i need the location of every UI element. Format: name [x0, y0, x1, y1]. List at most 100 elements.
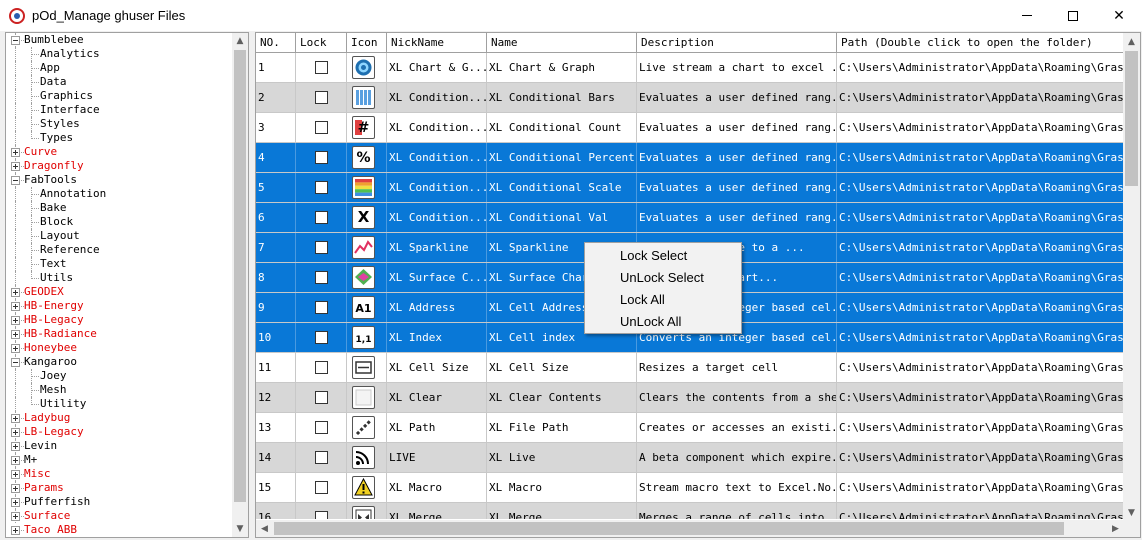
cell-path[interactable]: C:\Users\Administrator\AppData\Roaming\G… — [837, 263, 1124, 292]
expand-icon[interactable] — [11, 442, 20, 451]
tree-node[interactable]: HB-Legacy — [6, 313, 233, 327]
tree-child-node[interactable]: Bake — [6, 201, 233, 215]
lock-checkbox[interactable] — [315, 511, 328, 519]
scroll-right-icon[interactable]: ▶ — [1107, 520, 1124, 537]
tree-node[interactable]: Bumblebee — [6, 33, 233, 47]
grid-horizontal-scrollbar[interactable]: ◀ ▶ — [256, 520, 1124, 537]
tree-node[interactable]: Ladybug — [6, 411, 233, 425]
cell-path[interactable]: C:\Users\Administrator\AppData\Roaming\G… — [837, 293, 1124, 322]
menu-item-lock-all[interactable]: Lock All — [585, 289, 741, 311]
collapse-icon[interactable] — [11, 36, 20, 45]
tree-child-node[interactable]: Layout — [6, 229, 233, 243]
cell-path[interactable]: C:\Users\Administrator\AppData\Roaming\G… — [837, 143, 1124, 172]
column-header-lock[interactable]: Lock — [296, 33, 347, 52]
expand-icon[interactable] — [11, 288, 20, 297]
lock-checkbox[interactable] — [315, 181, 328, 194]
tree-child-node[interactable]: Block — [6, 215, 233, 229]
tree-scroll-thumb[interactable] — [234, 50, 246, 502]
table-row[interactable]: 1 XL Chart & G... XL Chart & Graph Live str… — [256, 53, 1124, 83]
lock-checkbox[interactable] — [315, 391, 328, 404]
tree-child-node[interactable]: Types — [6, 131, 233, 145]
grid-hscroll-thumb[interactable] — [274, 522, 1064, 535]
tree-node[interactable]: Pufferfish — [6, 495, 233, 509]
scroll-down-icon[interactable]: ▼ — [1123, 504, 1140, 521]
cell-path[interactable]: C:\Users\Administrator\AppData\Roaming\G… — [837, 443, 1124, 472]
expand-icon[interactable] — [11, 148, 20, 157]
column-header-nick[interactable]: NickName — [387, 33, 487, 52]
cell-path[interactable]: C:\Users\Administrator\AppData\Roaming\G… — [837, 503, 1124, 519]
close-button[interactable]: ✕ — [1096, 0, 1142, 31]
tree-node[interactable]: Surface — [6, 509, 233, 523]
table-row[interactable]: 11 XL Cell Size XL Cell Size Resizes a targ… — [256, 353, 1124, 383]
cell-path[interactable]: C:\Users\Administrator\AppData\Roaming\G… — [837, 203, 1124, 232]
cell-path[interactable]: C:\Users\Administrator\AppData\Roaming\G… — [837, 353, 1124, 382]
tree-child-node[interactable]: Utility — [6, 397, 233, 411]
table-row[interactable]: 15 XL Macro XL Macro Stream macro text to E… — [256, 473, 1124, 503]
table-row[interactable]: 14 LIVE XL Live A beta component which expi… — [256, 443, 1124, 473]
tree-child-node[interactable]: Graphics — [6, 89, 233, 103]
tree-node[interactable]: HB-Radiance — [6, 327, 233, 341]
column-header-desc[interactable]: Description — [637, 33, 837, 52]
expand-icon[interactable] — [11, 456, 20, 465]
lock-checkbox[interactable] — [315, 211, 328, 224]
table-row[interactable]: 4% XL Condition... XL Conditional Percent E… — [256, 143, 1124, 173]
expand-icon[interactable] — [11, 428, 20, 437]
lock-checkbox[interactable] — [315, 61, 328, 74]
expand-icon[interactable] — [11, 330, 20, 339]
tree-node[interactable]: FabTools — [6, 173, 233, 187]
lock-checkbox[interactable] — [315, 151, 328, 164]
grid-vertical-scrollbar[interactable]: ▲ ▼ — [1123, 33, 1140, 521]
tree-child-node[interactable]: Analytics — [6, 47, 233, 61]
tree-child-node[interactable]: Interface — [6, 103, 233, 117]
menu-item-unlock-all[interactable]: UnLock All — [585, 311, 741, 333]
tree-child-node[interactable]: Annotation — [6, 187, 233, 201]
lock-checkbox[interactable] — [315, 91, 328, 104]
expand-icon[interactable] — [11, 470, 20, 479]
expand-icon[interactable] — [11, 512, 20, 521]
table-row[interactable]: 12 XL Clear XL Clear Contents Clears the co… — [256, 383, 1124, 413]
tree-child-node[interactable]: App — [6, 61, 233, 75]
menu-item-lock-select[interactable]: Lock Select — [585, 245, 741, 267]
expand-icon[interactable] — [11, 526, 20, 535]
lock-checkbox[interactable] — [315, 121, 328, 134]
table-row[interactable]: 13 XL Path XL File Path Creates or accesses… — [256, 413, 1124, 443]
tree-node[interactable]: LB-Legacy — [6, 425, 233, 439]
cell-path[interactable]: C:\Users\Administrator\AppData\Roaming\G… — [837, 173, 1124, 202]
cell-path[interactable]: C:\Users\Administrator\AppData\Roaming\G… — [837, 383, 1124, 412]
cell-path[interactable]: C:\Users\Administrator\AppData\Roaming\G… — [837, 473, 1124, 502]
cell-path[interactable]: C:\Users\Administrator\AppData\Roaming\G… — [837, 83, 1124, 112]
lock-checkbox[interactable] — [315, 481, 328, 494]
column-header-no[interactable]: NO. — [256, 33, 296, 52]
cell-path[interactable]: C:\Users\Administrator\AppData\Roaming\G… — [837, 53, 1124, 82]
column-header-name[interactable]: Name — [487, 33, 637, 52]
tree-node[interactable]: Taco ABB — [6, 523, 233, 537]
lock-checkbox[interactable] — [315, 301, 328, 314]
expand-icon[interactable] — [11, 302, 20, 311]
tree-node[interactable]: Misc — [6, 467, 233, 481]
tree-node[interactable]: Curve — [6, 145, 233, 159]
tree-node[interactable]: M+ — [6, 453, 233, 467]
tree-scrollbar[interactable]: ▲ ▼ — [232, 33, 248, 537]
tree-node[interactable]: Honeybee — [6, 341, 233, 355]
lock-checkbox[interactable] — [315, 421, 328, 434]
lock-checkbox[interactable] — [315, 271, 328, 284]
scroll-left-icon[interactable]: ◀ — [256, 520, 273, 537]
table-row[interactable]: 3 # XL Condition... XL Conditional Count Eva… — [256, 113, 1124, 143]
table-row[interactable]: 16 XL Merge XL Merge Merges a range of cell… — [256, 503, 1124, 519]
table-row[interactable]: 2 XL Condition... XL Conditional Bars Evalu… — [256, 83, 1124, 113]
tree-node[interactable]: Dragonfly — [6, 159, 233, 173]
tree-node[interactable]: GEODEX — [6, 285, 233, 299]
tree-child-node[interactable]: Utils — [6, 271, 233, 285]
scroll-up-icon[interactable]: ▲ — [1123, 33, 1140, 50]
expand-icon[interactable] — [11, 498, 20, 507]
tree-child-node[interactable]: Reference — [6, 243, 233, 257]
lock-checkbox[interactable] — [315, 361, 328, 374]
expand-icon[interactable] — [11, 162, 20, 171]
column-header-path[interactable]: Path (Double click to open the folder) — [837, 33, 1124, 52]
tree-node[interactable]: HB-Energy — [6, 299, 233, 313]
scroll-down-icon[interactable]: ▼ — [232, 521, 248, 537]
tree-child-node[interactable]: Text — [6, 257, 233, 271]
tree-child-node[interactable]: Mesh — [6, 383, 233, 397]
tree-child-node[interactable]: Data — [6, 75, 233, 89]
tree-node[interactable]: Kangaroo — [6, 355, 233, 369]
